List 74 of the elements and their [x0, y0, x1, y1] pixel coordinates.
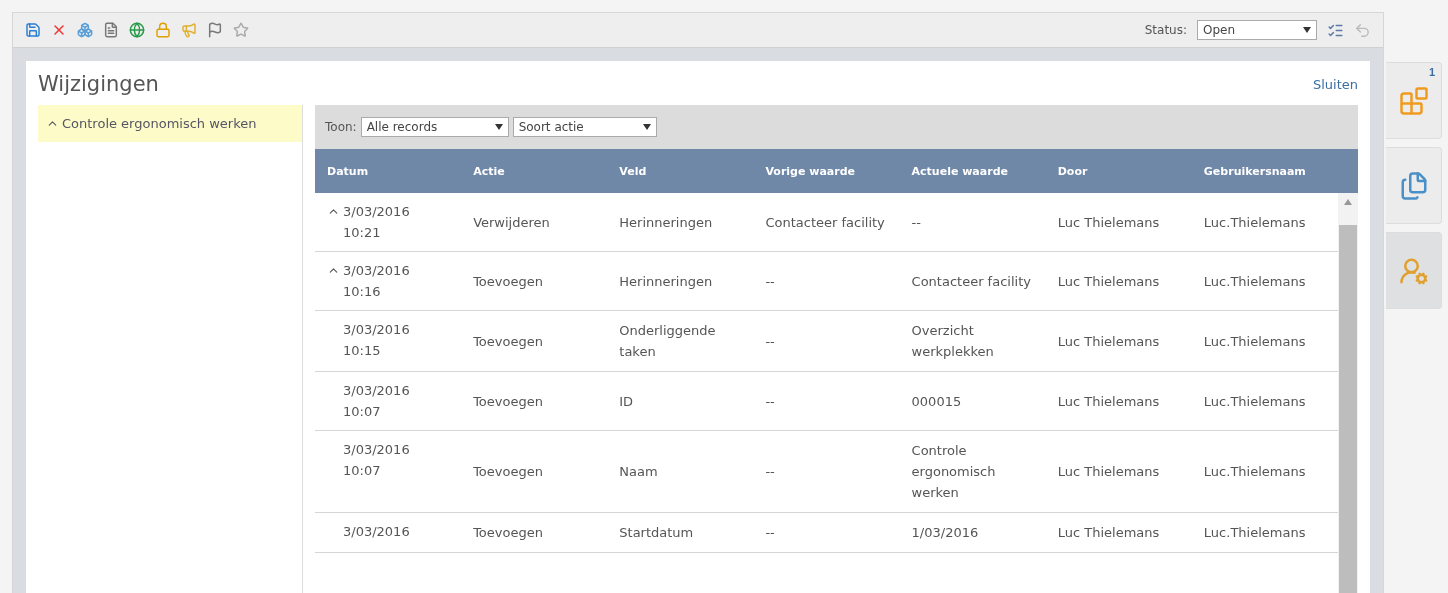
table-cell-text: Overzicht werkplekken	[910, 322, 995, 361]
action-dropdown[interactable]: Soort actie	[512, 117, 657, 137]
scroll-up-icon[interactable]	[1344, 199, 1352, 205]
table-cell-text: ID	[618, 392, 635, 411]
table-cell-text: Herinneringen	[618, 213, 714, 232]
side-tab[interactable]: 1	[1386, 62, 1442, 139]
table-cell-text: 1/03/2016	[910, 524, 980, 542]
table-cell-text: Naam	[618, 463, 659, 481]
status-label: Status:	[1144, 23, 1187, 37]
table-cell-text: Luc Thielemans	[1056, 272, 1161, 291]
table-cell-text: Controle ergonomisch werken	[910, 442, 997, 502]
count-label: 1	[1428, 66, 1435, 78]
table-cell-text: 3/03/2016 10:16	[343, 262, 410, 301]
table-cell-text: Luc Thielemans	[1056, 463, 1161, 481]
table-cell-text: --	[764, 463, 776, 481]
table-cell-text: 000015	[910, 392, 963, 411]
table-cell-text: Luc.Thielemans	[1202, 463, 1307, 481]
table-cell-text: Startdatum	[618, 524, 695, 542]
table-cell-text: Luc.Thielemans	[1202, 272, 1307, 291]
table-cell-text: Contacteer facility	[910, 272, 1032, 291]
globe-icon[interactable]	[129, 22, 145, 38]
scrollbar[interactable]	[1338, 193, 1358, 593]
column-header[interactable]: Gebruikersnaam	[1191, 164, 1338, 178]
table-cell-text: Onderliggende taken	[618, 322, 717, 361]
flag-icon[interactable]	[207, 22, 223, 38]
table-cell-text: Luc Thielemans	[1056, 524, 1161, 542]
table-cell-text: 3/03/2016 10:07	[343, 382, 410, 421]
close-icon[interactable]	[51, 22, 67, 38]
table-cell-text: Luc.Thielemans	[1202, 524, 1307, 542]
table-cell-text: 3/03/2016 10:15	[343, 321, 410, 360]
tree-item[interactable]: Controle ergonomisch werken	[38, 105, 302, 142]
dropdown-caret-icon[interactable]	[494, 124, 503, 130]
table-cell-text: Luc.Thielemans	[1202, 213, 1307, 232]
save-icon[interactable]	[25, 22, 41, 38]
records-dropdown[interactable]: Alle records	[360, 117, 509, 137]
table-cell-text: 3/03/2016 10:21	[343, 203, 410, 242]
panel-title: Wijzigingen	[38, 72, 159, 96]
dropdown-caret-icon[interactable]	[642, 124, 651, 130]
column-header[interactable]: Actie	[461, 164, 608, 178]
table-cell-text: Luc.Thielemans	[1202, 332, 1307, 351]
star-icon[interactable]	[233, 22, 249, 38]
table-cell-text: Contacteer facility	[764, 213, 886, 232]
table-cell-text: Toevoegen	[472, 332, 544, 351]
table-cell-text: --	[764, 392, 776, 411]
blocks-icon	[1398, 85, 1429, 116]
table-cell-text: Toevoegen	[472, 272, 544, 291]
table-cell-text: --	[764, 272, 776, 291]
side-tab[interactable]	[1386, 147, 1442, 224]
table-cell-text: Luc Thielemans	[1056, 392, 1161, 411]
table-cell-text: 3/03/2016 10:07	[343, 441, 410, 480]
table-cell-text: Luc.Thielemans	[1202, 392, 1307, 411]
table-cell-text: Toevoegen	[472, 463, 544, 481]
column-header[interactable]: Door	[1045, 164, 1192, 178]
dropdown-caret-icon[interactable]	[1303, 27, 1311, 33]
lock-icon[interactable]	[155, 22, 171, 38]
boxes-icon[interactable]	[77, 22, 93, 38]
table-cell-text: --	[764, 332, 776, 351]
column-header[interactable]: Datum	[315, 164, 462, 178]
close-link[interactable]: Sluiten	[1312, 76, 1358, 92]
column-header[interactable]: Actuele waarde	[899, 164, 1046, 178]
table-cell-text: Verwijderen	[472, 213, 551, 232]
status-dropdown[interactable]: Open	[1197, 20, 1317, 40]
table-cell-text: Toevoegen	[472, 392, 544, 411]
document-icon[interactable]	[103, 22, 119, 38]
table-cell-text: --	[764, 524, 776, 542]
table-cell-text: Luc Thielemans	[1056, 213, 1161, 232]
table-cell-text: Toevoegen	[472, 524, 544, 542]
table-cell-text: Luc Thielemans	[1056, 332, 1161, 351]
table-cell-text: Herinneringen	[618, 272, 714, 291]
column-header[interactable]: Veld	[607, 164, 754, 178]
filter-label: Toon:	[325, 120, 357, 134]
table-cell-text: --	[910, 213, 922, 232]
table-cell-text: 3/03/2016	[343, 523, 410, 541]
column-header[interactable]: Vorige waarde	[753, 164, 900, 178]
